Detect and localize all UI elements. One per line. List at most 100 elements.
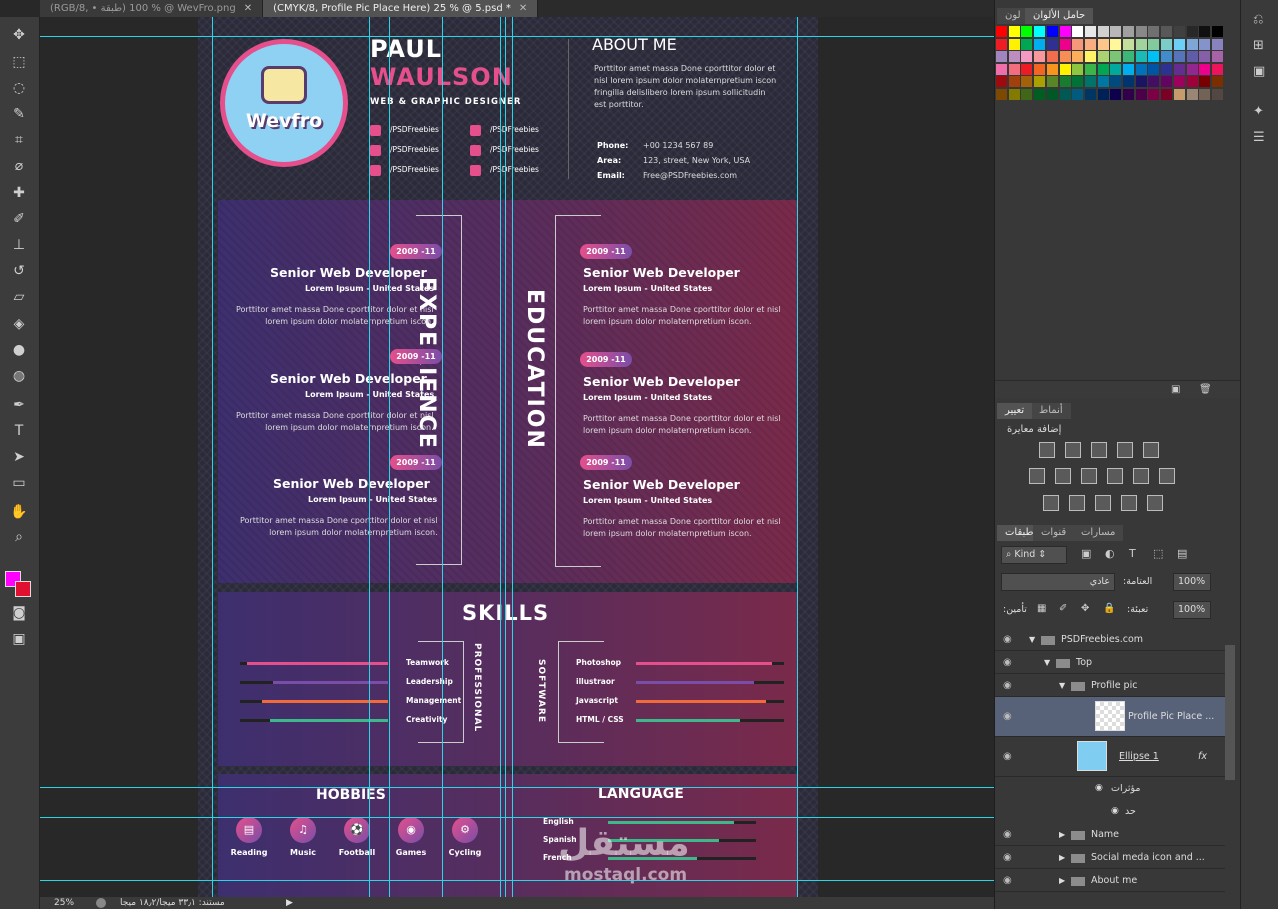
color-swatch[interactable] — [1059, 88, 1071, 100]
color-swatch[interactable] — [1148, 38, 1160, 50]
healing-brush-tool-icon[interactable]: ✚ — [8, 183, 30, 203]
effect-visibility-icon[interactable]: ◉ — [1095, 777, 1103, 800]
background-color-swatch[interactable] — [15, 581, 31, 597]
color-swatch[interactable] — [1084, 51, 1096, 62]
color-swatch[interactable] — [1110, 51, 1122, 62]
color-swatch[interactable] — [1148, 51, 1160, 62]
swatch-grid[interactable] — [995, 24, 1241, 114]
color-swatch[interactable] — [1021, 38, 1033, 50]
color-swatch[interactable] — [1097, 88, 1109, 100]
color-swatch[interactable] — [1021, 51, 1033, 62]
selective-color-icon[interactable] — [1121, 495, 1137, 511]
black-white-icon[interactable] — [1081, 468, 1097, 484]
chevron-right-icon[interactable]: ▶ — [1059, 892, 1065, 898]
color-swatch[interactable] — [1059, 51, 1071, 62]
color-swatch[interactable] — [996, 76, 1007, 87]
photo-filter-icon[interactable] — [1107, 468, 1123, 484]
threshold-icon[interactable] — [1095, 495, 1111, 511]
layer-row[interactable]: ◉ ▶ About me — [995, 869, 1225, 892]
color-swatch[interactable] — [1135, 38, 1147, 50]
layer-row[interactable]: ◉ ▼ Top — [995, 651, 1225, 674]
visibility-eye-icon[interactable]: ◉ — [1003, 869, 1012, 892]
doc-tab-1[interactable]: (RGB/8, • طبقة) 100 % @ WevFro.png ✕ — [40, 0, 264, 17]
lock-brush-icon[interactable]: ✐ — [1059, 603, 1067, 614]
layer-row[interactable]: ◉◉حد — [995, 800, 1225, 823]
color-swatch[interactable] — [1084, 76, 1096, 87]
doc-tab-2[interactable]: (CMYK/8, Profile Pic Place Here) 25 % @ … — [263, 0, 539, 17]
eyedropper-tool-icon[interactable]: ⌀ — [8, 156, 30, 176]
color-swatch[interactable] — [1123, 63, 1134, 75]
lasso-tool-icon[interactable]: ◌ — [8, 78, 30, 98]
color-swatch[interactable] — [1021, 63, 1033, 75]
color-swatch[interactable] — [1135, 26, 1147, 37]
color-swatch[interactable] — [1110, 63, 1122, 75]
color-swatch[interactable] — [1046, 63, 1058, 75]
color-swatch[interactable] — [996, 38, 1007, 50]
color-swatch[interactable] — [1021, 76, 1033, 87]
color-swatch[interactable] — [1186, 26, 1198, 37]
layer-row[interactable]: ◉ Profile Pic Place ... — [995, 697, 1225, 737]
color-swatch[interactable] — [1161, 51, 1173, 62]
color-swatch[interactable] — [1161, 26, 1173, 37]
color-swatch[interactable] — [1161, 38, 1173, 50]
color-swatch[interactable] — [1034, 88, 1046, 100]
color-swatch[interactable] — [1211, 51, 1223, 62]
color-swatch[interactable] — [1084, 63, 1096, 75]
color-swatch[interactable] — [1173, 63, 1185, 75]
color-lookup-icon[interactable] — [1159, 468, 1175, 484]
color-swatch[interactable] — [996, 26, 1007, 37]
color-swatch[interactable] — [1135, 76, 1147, 87]
filter-pixel-icon[interactable]: ▣ — [1081, 547, 1091, 560]
history-brush-tool-icon[interactable]: ↺ — [8, 261, 30, 281]
color-swatch[interactable] — [1046, 26, 1058, 37]
layer-row[interactable]: ◉ ▶ Name — [995, 823, 1225, 846]
color-swatch[interactable] — [1186, 63, 1198, 75]
color-swatch[interactable] — [1072, 26, 1084, 37]
effect-visibility-icon[interactable]: ◉ — [1111, 800, 1119, 823]
color-swatch[interactable] — [1072, 38, 1084, 50]
lock-move-icon[interactable]: ✥ — [1081, 603, 1089, 614]
color-swatch[interactable] — [1097, 63, 1109, 75]
color-swatch[interactable] — [1110, 38, 1122, 50]
stamp-tool-icon[interactable]: ⊥ — [8, 235, 30, 255]
color-swatch[interactable] — [1199, 88, 1211, 100]
chevron-down-icon[interactable]: ▼ — [1059, 674, 1065, 697]
color-swatch[interactable] — [1008, 26, 1020, 37]
fx-icon[interactable]: fx — [1198, 737, 1207, 777]
path-select-tool-icon[interactable]: ➤ — [8, 447, 30, 467]
color-swatch[interactable] — [1097, 38, 1109, 50]
color-swatch[interactable] — [1059, 38, 1071, 50]
visibility-eye-icon[interactable]: ◉ — [1003, 697, 1012, 737]
color-swatch[interactable] — [1072, 76, 1084, 87]
color-swatch[interactable] — [1148, 76, 1160, 87]
color-swatch[interactable] — [1059, 63, 1071, 75]
posterize-icon[interactable] — [1069, 495, 1085, 511]
color-swatch[interactable] — [1084, 38, 1096, 50]
new-swatch-icon[interactable]: ▣ — [1171, 384, 1180, 395]
color-swatch[interactable] — [1034, 51, 1046, 62]
color-swatch[interactable] — [1173, 51, 1185, 62]
trash-icon[interactable]: 🗑 — [1199, 384, 1212, 395]
tab-styles[interactable]: أنماط — [1031, 403, 1071, 419]
visibility-eye-icon[interactable]: ◉ — [1003, 892, 1012, 898]
chevron-down-icon[interactable]: ▼ — [1044, 651, 1050, 674]
color-swatch[interactable] — [1046, 76, 1058, 87]
color-swatch[interactable] — [1211, 88, 1223, 100]
color-swatch[interactable] — [1173, 88, 1185, 100]
close-icon[interactable]: ✕ — [519, 3, 527, 14]
color-swatch[interactable] — [1186, 88, 1198, 100]
tab-adjustments[interactable]: تعيير — [997, 403, 1033, 419]
hand-tool-icon[interactable]: ✋ — [8, 502, 30, 522]
blend-mode-select[interactable]: عادي — [1001, 573, 1115, 591]
rectangle-tool-icon[interactable]: ▭ — [8, 473, 30, 493]
color-swatch[interactable] — [1084, 26, 1096, 37]
color-swatch[interactable] — [1084, 88, 1096, 100]
color-swatch[interactable] — [1211, 63, 1223, 75]
close-icon[interactable]: ✕ — [244, 3, 252, 14]
color-swatch[interactable] — [1135, 51, 1147, 62]
type-tool-icon[interactable]: T — [8, 421, 30, 441]
color-swatch[interactable] — [996, 63, 1007, 75]
color-swatch[interactable] — [1148, 88, 1160, 100]
pen-tool-icon[interactable]: ✒ — [8, 395, 30, 415]
color-swatch[interactable] — [1123, 88, 1134, 100]
